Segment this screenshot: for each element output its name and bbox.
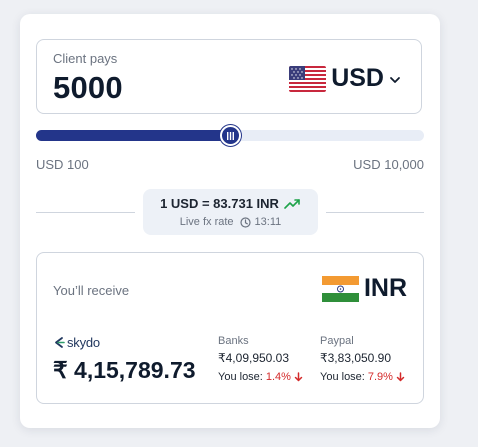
slider-thumb[interactable]	[220, 125, 241, 146]
banks-loss-label: You lose:	[218, 371, 263, 383]
pay-currency-code: USD	[331, 64, 384, 92]
slider-min-label: USD 100	[36, 157, 89, 172]
skydo-logo-icon	[55, 337, 65, 348]
paypal-title: Paypal	[320, 335, 354, 347]
fx-rate-label: Live fx rate	[179, 216, 234, 228]
india-flag-icon	[321, 275, 359, 302]
receive-currency-code: INR	[363, 274, 407, 302]
paypal-amount: ₹3,83,050.90	[320, 351, 392, 365]
skydo-logo: skydo	[53, 335, 100, 350]
paypal-loss-label: You lose:	[320, 371, 365, 383]
client-pays-label: Client pays	[53, 51, 118, 66]
fx-rate-meta: Live fx rate 13:11	[143, 216, 318, 228]
paypal-loss-pct: 7.9%	[367, 371, 393, 383]
amount-slider[interactable]	[36, 125, 424, 146]
slider-fill	[36, 130, 230, 141]
trending-up-icon	[284, 198, 300, 209]
us-flag-icon	[289, 65, 327, 92]
grip-icon	[227, 131, 234, 140]
you-receive-label: You’ll receive	[53, 283, 130, 298]
currency-converter-card: Client pays 5000 USD USD 100 USD 10,000 …	[20, 14, 440, 428]
slider-max-label: USD 10,000	[353, 157, 424, 172]
clock-icon	[239, 216, 251, 228]
currency-dropdown[interactable]: USD	[289, 64, 401, 93]
fx-rate-badge: 1 USD = 83.731 INR Live fx rate 13:11	[143, 189, 318, 235]
client-pays-amount[interactable]: 5000	[53, 70, 123, 106]
skydo-receive-amount: ₹ 4,15,789.73	[53, 357, 196, 383]
divider-left	[36, 212, 135, 213]
banks-title: Banks	[218, 335, 249, 347]
banks-amount: ₹4,09,950.03	[218, 351, 290, 365]
receive-currency: INR	[321, 274, 407, 303]
arrow-down-icon	[396, 372, 405, 382]
fx-rate-text: 1 USD = 83.731 INR	[160, 196, 279, 211]
fx-rate-time: 13:11	[254, 216, 282, 228]
divider-right	[326, 212, 424, 213]
paypal-comparison: Paypal ₹3,83,050.90 You lose: 7.9%	[320, 335, 405, 383]
banks-loss-pct: 1.4%	[265, 371, 291, 383]
chevron-down-icon[interactable]	[389, 74, 401, 86]
banks-comparison: Banks ₹4,09,950.03 You lose: 1.4%	[218, 335, 303, 383]
banks-loss: You lose: 1.4%	[218, 371, 303, 383]
client-pays-field[interactable]: Client pays 5000 USD	[36, 39, 422, 114]
arrow-down-icon	[294, 372, 303, 382]
fx-rate-row: 1 USD = 83.731 INR	[143, 196, 318, 211]
skydo-brand-name: skydo	[67, 335, 100, 350]
paypal-loss: You lose: 7.9%	[320, 371, 405, 383]
you-receive-panel: You’ll receive INR skydo ₹ 4,15,789.73 B…	[36, 252, 424, 404]
